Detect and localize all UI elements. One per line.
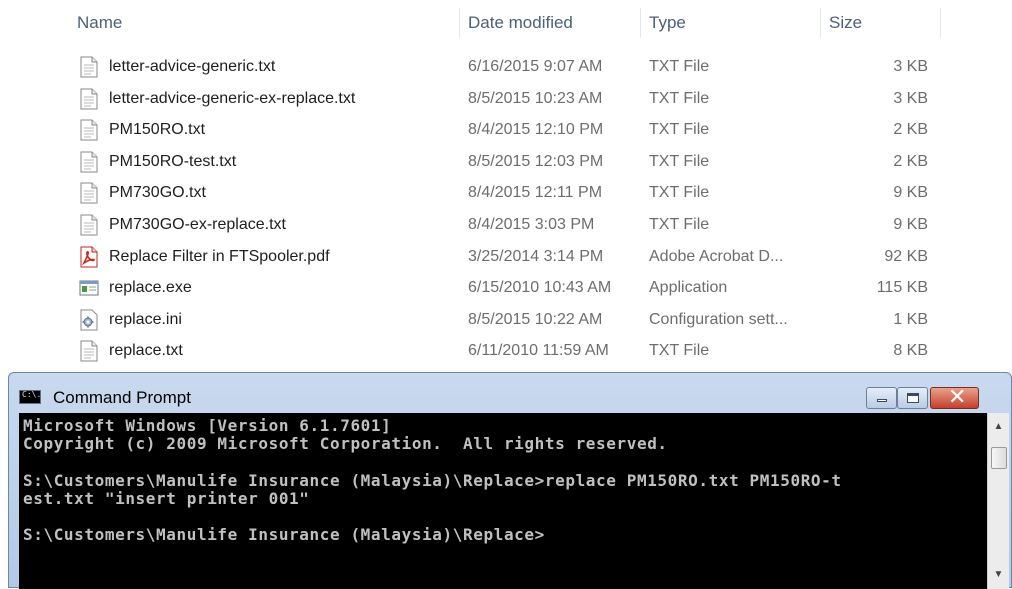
column-header-date[interactable]: Date modified bbox=[468, 12, 573, 34]
maximize-button[interactable] bbox=[897, 387, 928, 409]
close-icon: ✕ bbox=[948, 385, 967, 410]
file-name: replace.txt bbox=[109, 342, 183, 360]
close-button[interactable]: ✕ bbox=[930, 385, 979, 410]
application-icon bbox=[79, 277, 99, 299]
file-size: 2 KB bbox=[893, 152, 928, 170]
console-line: est.txt "insert printer 001" bbox=[23, 489, 310, 508]
file-type: Application bbox=[649, 279, 728, 297]
column-divider[interactable] bbox=[940, 8, 941, 38]
minimize-icon bbox=[877, 399, 887, 402]
file-date: 3/25/2014 3:14 PM bbox=[468, 247, 604, 265]
console-line: Microsoft Windows [Version 6.1.7601] bbox=[23, 416, 392, 435]
file-type: TXT File bbox=[649, 58, 710, 75]
file-type: TXT File bbox=[649, 342, 710, 360]
file-row[interactable]: Replace Filter in FTSpooler.pdf 3/25/2014… bbox=[70, 241, 950, 272]
file-row[interactable]: replace.ini 8/5/2015 10:22 AM Configuratio… bbox=[70, 304, 950, 335]
file-size: 2 KB bbox=[893, 121, 928, 139]
scroll-down-icon[interactable]: ▼ bbox=[988, 565, 1009, 585]
file-date: 8/4/2015 12:10 PM bbox=[468, 121, 604, 139]
column-header-name[interactable]: Name bbox=[77, 12, 122, 34]
file-row[interactable]: letter-advice-generic-ex-replace.txt 8/5/… bbox=[70, 83, 950, 114]
file-size: 3 KB bbox=[893, 89, 928, 107]
file-type: TXT File bbox=[649, 216, 710, 233]
text-file-icon bbox=[79, 151, 99, 173]
file-name: Replace Filter in FTSpooler.pdf bbox=[109, 247, 330, 265]
file-row[interactable]: PM150RO.txt 8/4/2015 12:10 PM TXT File 2 KB bbox=[70, 114, 950, 145]
file-name: letter-advice-generic-ex-replace.txt bbox=[109, 89, 356, 107]
file-size: 3 KB bbox=[893, 58, 928, 75]
file-size: 115 KB bbox=[876, 279, 928, 297]
file-date: 8/5/2015 12:03 PM bbox=[468, 152, 604, 170]
column-header-row: Name Date modified Type Size bbox=[0, 0, 1012, 44]
file-type: Configuration sett... bbox=[649, 310, 788, 328]
file-size: 9 KB bbox=[893, 216, 928, 233]
command-prompt-icon: C:\. bbox=[19, 390, 41, 404]
command-prompt-icon-label: C:\. bbox=[22, 390, 42, 399]
console-output[interactable]: Microsoft Windows [Version 6.1.7601] Cop… bbox=[19, 413, 987, 589]
file-date: 6/15/2010 10:43 AM bbox=[468, 279, 612, 297]
window-title: Command Prompt bbox=[53, 388, 191, 407]
scroll-thumb[interactable] bbox=[991, 447, 1007, 469]
console-prompt-line: S:\Customers\Manulife Insurance (Malaysi… bbox=[23, 525, 545, 544]
command-prompt-window[interactable]: C:\. Command Prompt ✕ Microsoft Windows … bbox=[8, 372, 1012, 589]
console-line: S:\Customers\Manulife Insurance (Malaysi… bbox=[23, 471, 842, 490]
file-date: 8/4/2015 12:11 PM bbox=[468, 184, 603, 202]
console-line: Copyright (c) 2009 Microsoft Corporation… bbox=[23, 434, 668, 453]
file-date: 8/4/2015 3:03 PM bbox=[468, 216, 595, 233]
minimize-button[interactable] bbox=[866, 387, 897, 409]
file-row[interactable]: replace.exe 6/15/2010 10:43 AM Application… bbox=[70, 272, 950, 303]
text-file-icon bbox=[79, 340, 99, 362]
file-row[interactable]: replace.txt 6/11/2010 11:59 AM TXT File 8 K… bbox=[70, 335, 950, 366]
file-name: letter-advice-generic.txt bbox=[109, 58, 276, 75]
file-name: PM730GO-ex-replace.txt bbox=[109, 216, 286, 233]
file-size: 9 KB bbox=[893, 184, 928, 202]
file-row[interactable]: PM730GO-ex-replace.txt 8/4/2015 3:03 PM TX… bbox=[70, 209, 950, 240]
file-name: PM150RO-test.txt bbox=[109, 152, 237, 170]
file-explorer-list: Name Date modified Type Size letter-advi… bbox=[0, 0, 1012, 372]
text-file-icon bbox=[79, 214, 99, 236]
file-type: TXT File bbox=[649, 184, 710, 202]
file-type: Adobe Acrobat D... bbox=[649, 247, 784, 265]
file-row[interactable]: letter-advice-generic.txt 6/16/2015 9:07 … bbox=[70, 51, 950, 82]
file-name: PM730GO.txt bbox=[109, 184, 206, 202]
text-file-icon bbox=[79, 88, 99, 110]
column-divider[interactable] bbox=[820, 8, 821, 38]
title-bar[interactable]: C:\. Command Prompt ✕ bbox=[9, 373, 1011, 411]
text-file-icon bbox=[79, 56, 99, 78]
file-date: 8/5/2015 10:23 AM bbox=[468, 89, 603, 107]
file-name: replace.ini bbox=[109, 310, 182, 328]
column-header-size[interactable]: Size bbox=[829, 12, 862, 34]
settings-file-icon bbox=[79, 309, 99, 331]
file-row[interactable]: PM150RO-test.txt 8/5/2015 12:03 PM TXT Fil… bbox=[70, 146, 950, 177]
file-size: 8 KB bbox=[893, 342, 928, 360]
file-type: TXT File bbox=[649, 121, 710, 139]
file-type: TXT File bbox=[649, 89, 710, 107]
file-size: 1 KB bbox=[893, 310, 928, 328]
file-row[interactable]: PM730GO.txt 8/4/2015 12:11 PM TXT File 9 KB bbox=[70, 177, 950, 208]
file-size: 92 KB bbox=[884, 247, 928, 265]
text-file-icon bbox=[79, 182, 99, 204]
pdf-file-icon bbox=[79, 246, 99, 268]
text-file-icon bbox=[79, 119, 99, 141]
file-date: 6/16/2015 9:07 AM bbox=[468, 58, 603, 75]
column-divider[interactable] bbox=[640, 8, 641, 38]
file-type: TXT File bbox=[649, 152, 710, 170]
maximize-icon bbox=[907, 393, 919, 403]
vertical-scrollbar[interactable]: ▲ ▼ bbox=[987, 413, 1009, 589]
file-date: 8/5/2015 10:22 AM bbox=[468, 310, 603, 328]
file-name: replace.exe bbox=[109, 279, 192, 297]
scroll-up-icon[interactable]: ▲ bbox=[988, 417, 1009, 437]
file-date: 6/11/2010 11:59 AM bbox=[468, 342, 609, 360]
column-divider[interactable] bbox=[459, 8, 460, 38]
column-header-type[interactable]: Type bbox=[649, 12, 686, 34]
file-name: PM150RO.txt bbox=[109, 121, 206, 139]
